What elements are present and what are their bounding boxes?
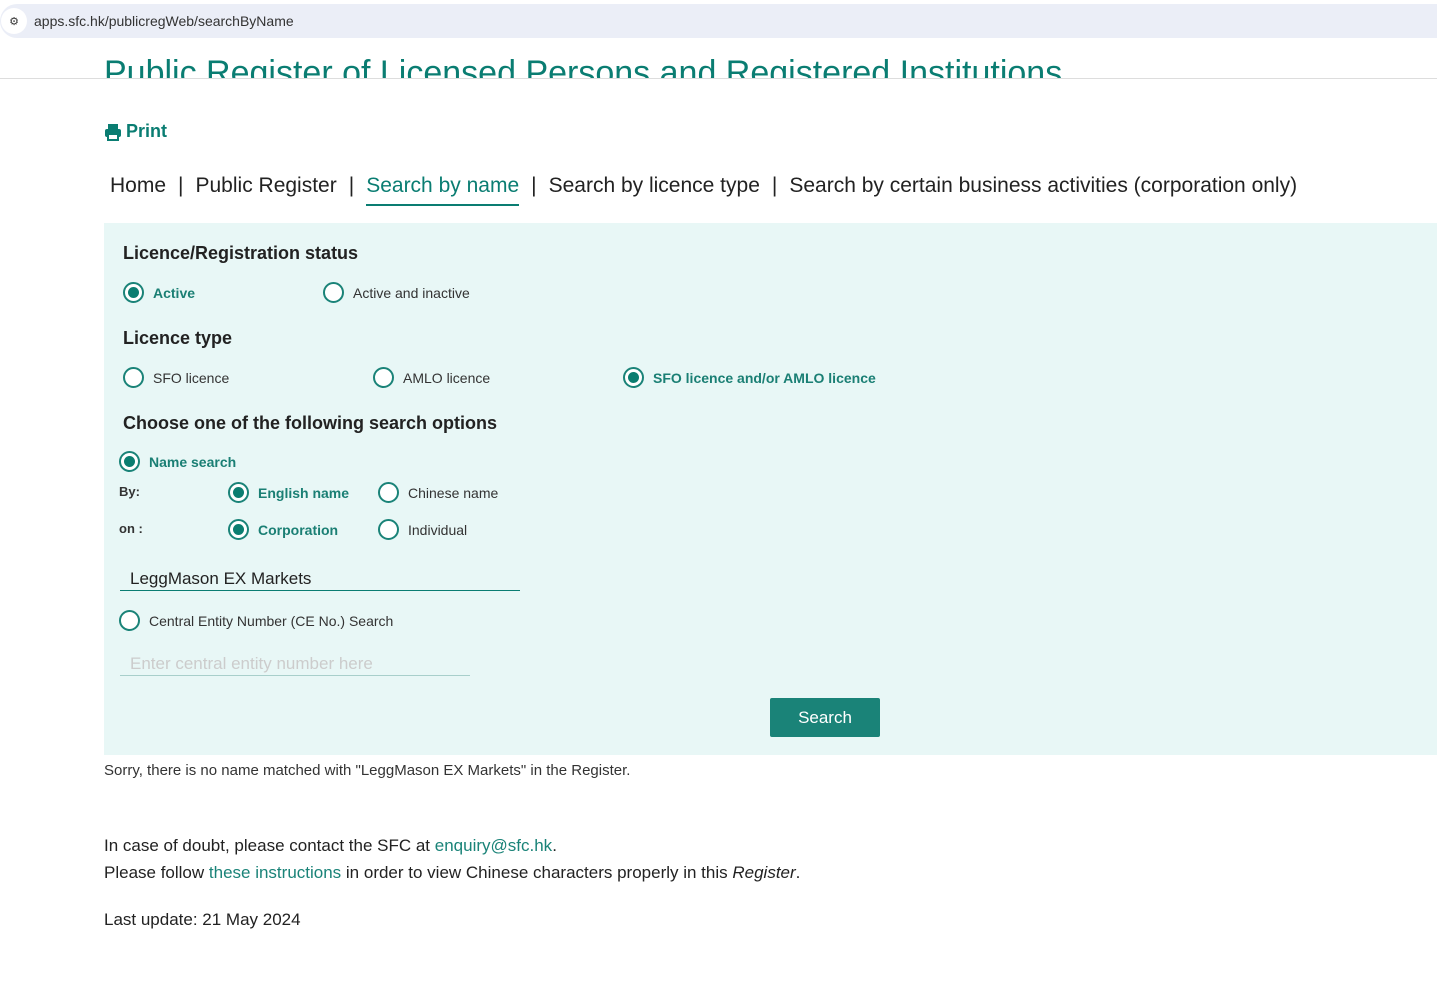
- radio-name-search[interactable]: Name search: [119, 451, 236, 472]
- search-button[interactable]: Search: [770, 698, 880, 737]
- nav-separator: |: [178, 174, 184, 197]
- radio-ce-search[interactable]: Central Entity Number (CE No.) Search: [119, 610, 393, 631]
- radio-english-name[interactable]: English name: [228, 482, 349, 503]
- search-form: Licence/Registration status Active Activ…: [104, 223, 1437, 755]
- licence-heading: Licence type: [123, 328, 233, 348]
- last-update: Last update: 21 May 2024: [104, 910, 301, 929]
- radio-active-inactive[interactable]: Active and inactive: [323, 282, 470, 303]
- print-label: Print: [126, 121, 168, 141]
- nav-search-by-licence-type[interactable]: Search by licence type: [549, 174, 760, 198]
- instructions-link[interactable]: these instructions: [209, 863, 346, 882]
- ce-number-input[interactable]: [120, 652, 470, 676]
- instructions-line: Please follow these instructions in orde…: [104, 863, 801, 882]
- site-settings-icon[interactable]: ⚙: [1, 8, 27, 34]
- print-link[interactable]: Print: [104, 121, 167, 142]
- address-bar[interactable]: ⚙ apps.sfc.hk/publicregWeb/searchByName: [0, 4, 1437, 38]
- nav-search-by-name[interactable]: Search by name: [366, 174, 520, 206]
- on-label: on :: [119, 521, 143, 536]
- radio-individual[interactable]: Individual: [378, 519, 467, 540]
- url-text[interactable]: apps.sfc.hk/publicregWeb/searchByName: [34, 13, 294, 29]
- radio-sfo-amlo[interactable]: SFO licence and/or AMLO licence: [623, 367, 876, 388]
- radio-chinese-name[interactable]: Chinese name: [378, 482, 498, 503]
- nav-separator: |: [348, 174, 355, 197]
- nav-search-by-business-activities[interactable]: Search by certain business activities (c…: [789, 174, 1297, 198]
- contact-line: In case of doubt, please contact the SFC…: [104, 836, 557, 855]
- page-title: Public Register of Licensed Persons and …: [104, 54, 1063, 78]
- radio-sfo[interactable]: SFO licence: [123, 367, 229, 388]
- name-input[interactable]: [120, 567, 520, 591]
- printer-icon: [105, 123, 121, 141]
- main-nav: Home | Public Register | Search by name | S…: [110, 166, 1297, 206]
- radio-active[interactable]: Active: [123, 282, 195, 303]
- radio-corporation[interactable]: Corporation: [228, 519, 338, 540]
- email-link[interactable]: enquiry@sfc.hk: [435, 836, 552, 855]
- nav-separator: |: [531, 174, 537, 197]
- header-divider: [0, 78, 1437, 79]
- nav-public-register[interactable]: Public Register: [196, 174, 337, 198]
- no-result-message: Sorry, there is no name matched with "Le…: [104, 762, 631, 779]
- search-options-heading: Choose one of the following search optio…: [123, 413, 498, 433]
- status-heading: Licence/Registration status: [123, 243, 359, 263]
- nav-separator: |: [771, 174, 778, 197]
- radio-amlo[interactable]: AMLO licence: [373, 367, 490, 388]
- nav-home[interactable]: Home: [110, 174, 166, 198]
- by-label: By:: [119, 484, 140, 499]
